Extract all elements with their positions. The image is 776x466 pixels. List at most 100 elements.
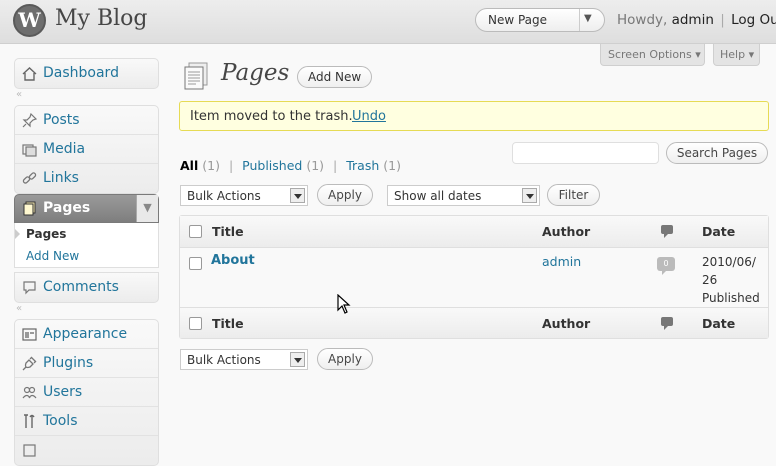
column-date[interactable]: Date bbox=[702, 316, 735, 331]
table-row: About admin 0 2010/06/ 26 Published bbox=[180, 247, 768, 307]
menu-label-media[interactable]: Media bbox=[43, 141, 85, 157]
search-pages-button[interactable]: Search Pages bbox=[666, 142, 768, 164]
author-link[interactable]: admin bbox=[542, 254, 581, 269]
status-filter-links: All (1) | Published (1) | Trash (1) bbox=[180, 158, 401, 173]
chevron-down-icon[interactable] bbox=[290, 352, 305, 367]
users-icon bbox=[22, 386, 37, 399]
comment-icon[interactable] bbox=[661, 317, 673, 330]
chevron-down-icon[interactable]: ▼ bbox=[584, 13, 592, 24]
submenu-toggle-icon[interactable]: ▼ bbox=[136, 195, 158, 222]
submenu-label-add-new[interactable]: Add New bbox=[26, 249, 79, 263]
link-icon bbox=[22, 172, 37, 184]
menu-label-links[interactable]: Links bbox=[43, 170, 79, 186]
howdy-text: Howdy, bbox=[617, 12, 672, 28]
pages-submenu: Pages Add New bbox=[14, 223, 159, 268]
filter-separator: | bbox=[333, 158, 338, 173]
settings-icon bbox=[23, 444, 36, 457]
collapse-arrow-icon[interactable]: « bbox=[16, 89, 22, 100]
logout-link[interactable]: Log Out bbox=[731, 12, 776, 28]
column-date[interactable]: Date bbox=[702, 224, 735, 239]
site-title[interactable]: My Blog bbox=[55, 6, 147, 31]
filter-button[interactable]: Filter bbox=[547, 184, 600, 206]
date-filter-value: Show all dates bbox=[394, 189, 482, 203]
admin-header: W My Blog New Page ▼ Howdy, admin | Log … bbox=[0, 0, 776, 44]
comment-bubble-icon bbox=[23, 281, 36, 295]
add-new-button[interactable]: Add New bbox=[297, 66, 373, 88]
tools-icon bbox=[24, 414, 35, 428]
comment-icon[interactable] bbox=[661, 225, 673, 238]
help-label[interactable]: Help ▾ bbox=[720, 48, 754, 61]
collapse-arrow-icon[interactable]: « bbox=[16, 303, 22, 314]
row-checkbox[interactable] bbox=[189, 257, 202, 270]
post-status: Published bbox=[702, 291, 760, 305]
menu-label-pages[interactable]: Pages bbox=[43, 200, 90, 216]
menu-item-links[interactable]: Links bbox=[15, 164, 158, 193]
date-filter-select[interactable]: Show all dates bbox=[387, 185, 540, 206]
notice-text: Item moved to the trash. bbox=[190, 109, 353, 124]
pin-icon bbox=[22, 113, 37, 128]
select-all-checkbox[interactable] bbox=[189, 225, 202, 238]
table-footer: Title Author Date bbox=[180, 307, 768, 338]
column-author: Author bbox=[542, 316, 591, 331]
filter-published-link[interactable]: Published bbox=[242, 158, 302, 173]
menu-label-users[interactable]: Users bbox=[43, 384, 82, 400]
menu-group-content: Posts Media Links bbox=[14, 105, 159, 194]
submenu-item-add-new[interactable]: Add New bbox=[15, 245, 158, 267]
undo-link[interactable]: Undo bbox=[352, 109, 386, 124]
menu-label-dashboard[interactable]: Dashboard bbox=[43, 65, 119, 81]
menu-item-users[interactable]: Users bbox=[15, 378, 158, 407]
help-tab[interactable]: Help ▾ bbox=[713, 44, 760, 66]
filter-separator: | bbox=[228, 158, 234, 173]
column-title[interactable]: Title bbox=[212, 316, 244, 331]
filter-all-count: (1) bbox=[202, 158, 220, 173]
filter-published-count: (1) bbox=[306, 158, 325, 173]
menu-label-comments[interactable]: Comments bbox=[43, 279, 119, 295]
menu-group-dashboard: Dashboard bbox=[14, 58, 159, 89]
pages-large-icon bbox=[184, 62, 208, 90]
filter-trash-link[interactable]: Trash bbox=[346, 158, 379, 173]
profile-link[interactable]: admin bbox=[672, 12, 714, 28]
menu-item-media[interactable]: Media bbox=[15, 135, 158, 164]
bulk-actions-select[interactable]: Bulk Actions bbox=[180, 349, 308, 370]
apply-button[interactable]: Apply bbox=[317, 348, 373, 370]
menu-separator[interactable]: « bbox=[14, 89, 159, 105]
filter-all-link[interactable]: All bbox=[180, 158, 198, 173]
favorite-action-label[interactable]: New Page bbox=[488, 13, 547, 27]
menu-item-dashboard[interactable]: Dashboard bbox=[15, 59, 158, 88]
menu-label-plugins[interactable]: Plugins bbox=[43, 355, 93, 371]
screen-options-label[interactable]: Screen Options ▾ bbox=[608, 48, 701, 61]
menu-item-posts[interactable]: Posts bbox=[15, 106, 158, 135]
comment-count-bubble[interactable]: 0 bbox=[657, 257, 675, 275]
screen-options-tab[interactable]: Screen Options ▾ bbox=[600, 44, 705, 66]
chevron-down-icon[interactable] bbox=[522, 188, 537, 203]
menu-label-appearance[interactable]: Appearance bbox=[43, 326, 127, 342]
menu-item-comments[interactable]: Comments bbox=[15, 273, 158, 302]
menu-label-tools[interactable]: Tools bbox=[43, 413, 78, 429]
menu-item-tools[interactable]: Tools bbox=[15, 407, 158, 436]
column-author: Author bbox=[542, 224, 591, 239]
submenu-item-pages[interactable]: Pages bbox=[15, 223, 158, 245]
menu-item-pages[interactable]: Pages ▼ Pages Add New bbox=[14, 194, 159, 268]
bulk-actions-select[interactable]: Bulk Actions bbox=[180, 185, 308, 206]
page-title-link[interactable]: About bbox=[211, 253, 255, 268]
column-title[interactable]: Title bbox=[212, 224, 244, 239]
menu-label-posts[interactable]: Posts bbox=[43, 112, 80, 128]
menu-item-appearance[interactable]: Appearance bbox=[15, 320, 158, 349]
menu-separator[interactable]: « bbox=[14, 303, 159, 319]
select-all-checkbox[interactable] bbox=[189, 317, 202, 330]
menu-item-plugins[interactable]: Plugins bbox=[15, 349, 158, 378]
menu-group-comments: Comments bbox=[14, 272, 159, 303]
plug-icon bbox=[22, 356, 37, 371]
admin-menu: Dashboard « Posts Media Links Pages ▼ Pa… bbox=[14, 58, 159, 466]
search-input[interactable] bbox=[512, 142, 659, 164]
menu-item-settings[interactable] bbox=[15, 436, 158, 465]
favorite-actions-dropdown[interactable]: New Page ▼ bbox=[475, 8, 605, 32]
media-icon bbox=[22, 144, 37, 157]
menu-pages-header[interactable]: Pages ▼ bbox=[14, 194, 159, 223]
wordpress-logo-icon[interactable]: W bbox=[13, 4, 46, 37]
page-title: Pages bbox=[221, 60, 290, 86]
chevron-down-icon[interactable] bbox=[290, 188, 305, 203]
home-icon bbox=[22, 67, 37, 81]
apply-button[interactable]: Apply bbox=[317, 184, 373, 206]
submenu-label-pages[interactable]: Pages bbox=[26, 227, 66, 241]
